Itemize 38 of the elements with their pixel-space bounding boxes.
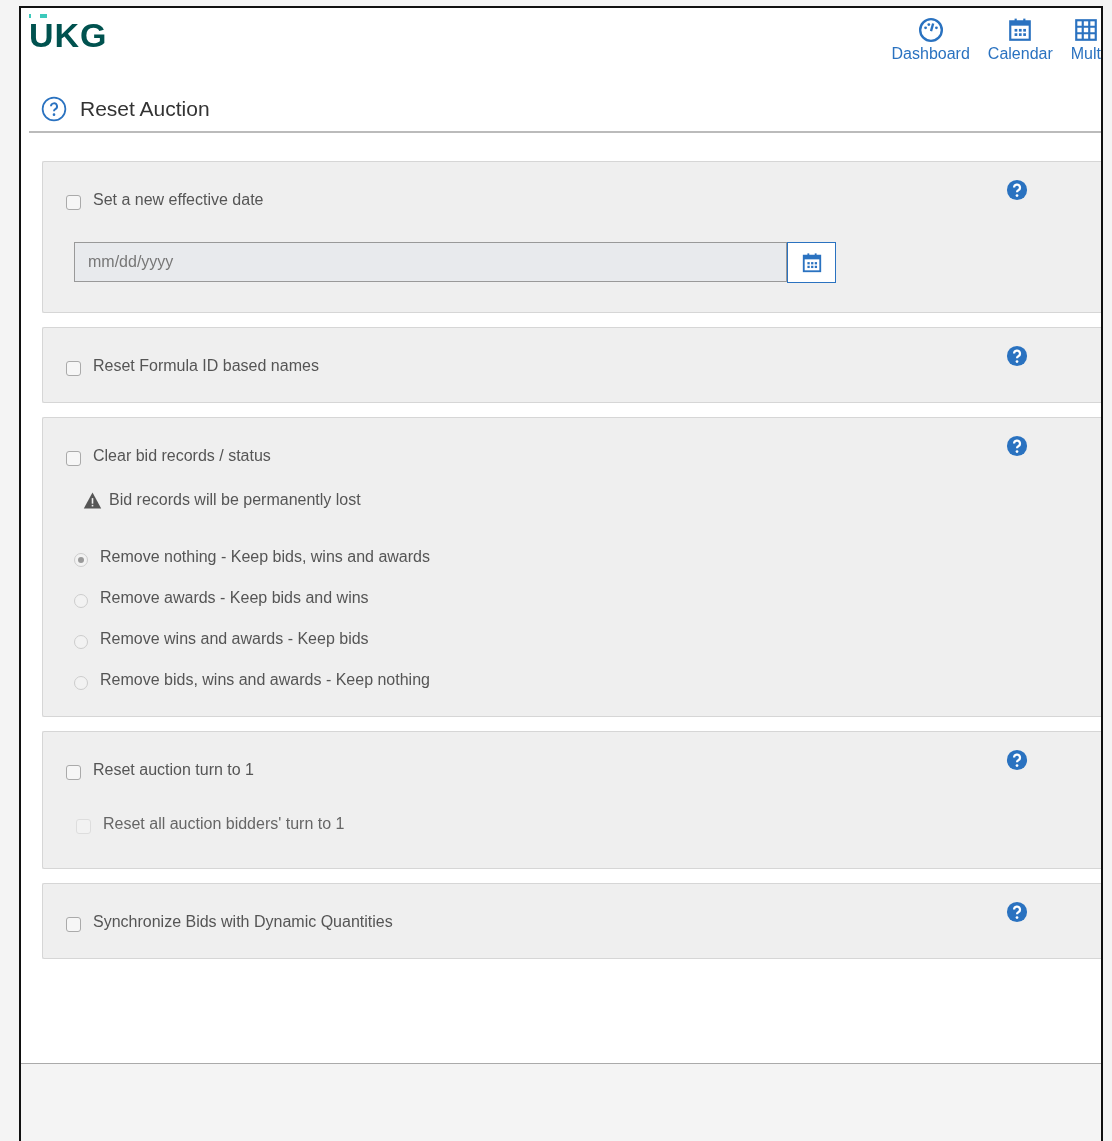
checkbox[interactable] (66, 450, 81, 466)
help-icon (1006, 179, 1028, 201)
checkbox-label: Clear bid records / status (93, 447, 271, 465)
radio-label: Remove wins and awards - Keep bids (100, 630, 369, 648)
calendar-icon (800, 251, 823, 274)
checkbox-label: Reset all auction bidders' turn to 1 (103, 815, 345, 833)
grid-icon (1072, 17, 1099, 43)
checkbox-label: Synchronize Bids with Dynamic Quantities (93, 913, 393, 931)
radio-button[interactable] (74, 553, 88, 567)
radio-label: Remove awards - Keep bids and wins (100, 589, 369, 607)
radio-button[interactable] (74, 676, 88, 690)
warning-icon (82, 490, 103, 510)
checkbox-label: Reset Formula ID based names (93, 357, 319, 375)
nav-link[interactable]: Calendar (987, 17, 1053, 63)
help-icon (1006, 901, 1028, 923)
radio-label: Remove bids, wins and awards - Keep nothing (100, 671, 430, 689)
logo: UKG (29, 14, 108, 50)
date-input-field[interactable]: mm/dd/yyyy (74, 242, 787, 282)
page-title: Reset Auction (80, 97, 210, 121)
checkbox[interactable] (66, 916, 81, 932)
help-icon (1006, 749, 1028, 771)
help-icon (1006, 345, 1028, 367)
radio-button[interactable] (74, 635, 88, 649)
calendar-icon (1007, 17, 1034, 43)
checkbox-label: Reset auction turn to 1 (93, 761, 254, 779)
checkbox[interactable] (66, 360, 81, 376)
help-icon (1006, 435, 1028, 457)
nav-link[interactable]: Mult (1070, 17, 1101, 63)
help-icon (41, 96, 67, 122)
warning-text: Bid records will be permanently lost (109, 491, 361, 509)
checkbox[interactable] (66, 194, 81, 210)
calendar-button[interactable] (787, 242, 836, 283)
radio-button[interactable] (74, 594, 88, 608)
checkbox-label: Set a new effective date (93, 191, 264, 209)
radio-label: Remove nothing - Keep bids, wins and awards (100, 548, 430, 566)
nav-link[interactable]: Dashboard (891, 17, 970, 63)
checkbox[interactable] (66, 764, 81, 780)
gauge-icon (917, 17, 944, 43)
